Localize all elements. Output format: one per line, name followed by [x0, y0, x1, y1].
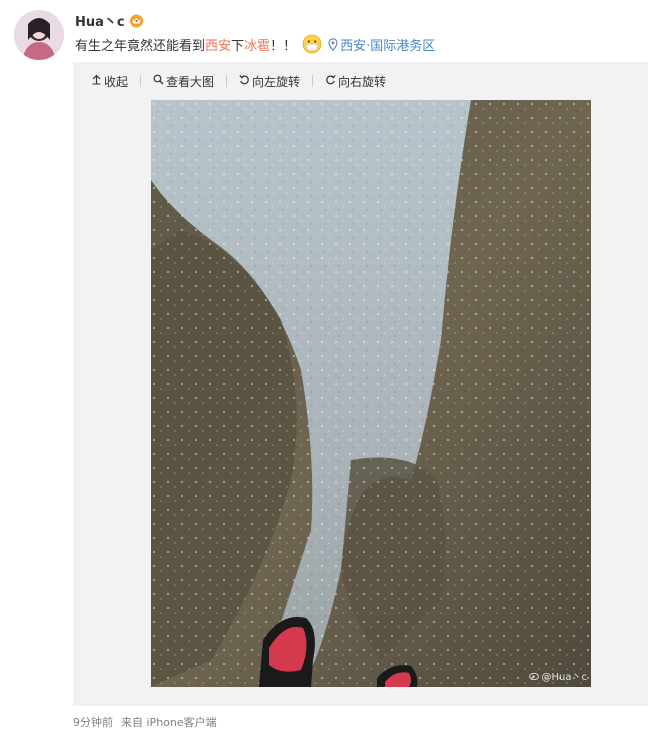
location-link[interactable]: 西安·国际港务区 — [328, 35, 435, 54]
photo-image — [151, 100, 591, 687]
post-text: 有生之年竟然还能看到 西安 下 冰雹 ！！ 西安·国际港务区 — [75, 34, 435, 54]
topic-link-hail[interactable]: 冰雹 — [244, 35, 270, 54]
collapse-icon — [91, 74, 102, 88]
source-prefix: 来自 — [121, 716, 143, 729]
username[interactable]: Hua丶c — [75, 11, 125, 30]
post-footer: 9分钟前 来自 iPhone客户端 — [73, 714, 217, 730]
mask-face-emoji — [302, 34, 322, 54]
rotate-right-label: 向右旋转 — [338, 74, 387, 89]
location-pin-icon — [328, 37, 338, 51]
photo-watermark: @Hua丶c — [528, 668, 587, 683]
rotate-right-button[interactable]: 向右旋转 — [325, 73, 386, 90]
collapse-button[interactable]: 收起 — [91, 73, 128, 90]
watermark-text: @Hua丶c — [541, 672, 587, 683]
source-row: 来自 iPhone客户端 — [121, 714, 217, 730]
post-text-part3: ！！ — [270, 38, 297, 54]
media-panel: 收起 查看大图 向左旋转 向右旋转 @Hua丶c — [73, 62, 648, 706]
collapse-label: 收起 — [104, 74, 129, 89]
rotate-left-icon — [239, 74, 250, 88]
toolbar-divider — [226, 75, 228, 87]
post-time[interactable]: 9分钟前 — [73, 714, 113, 730]
toolbar-divider — [140, 75, 142, 87]
post-photo[interactable]: @Hua丶c — [151, 100, 591, 687]
media-toolbar: 收起 查看大图 向左旋转 向右旋转 — [91, 72, 386, 90]
view-large-button[interactable]: 查看大图 — [153, 73, 214, 90]
weibo-logo-icon — [528, 671, 540, 680]
crown-icon — [129, 13, 144, 28]
topic-link-xian[interactable]: 西安 — [205, 35, 231, 54]
rotate-left-label: 向左旋转 — [252, 74, 301, 89]
toolbar-divider — [312, 75, 314, 87]
post-text-part1: 有生之年竟然还能看到 — [75, 38, 206, 54]
rotate-right-icon — [325, 74, 336, 88]
view-large-label: 查看大图 — [166, 74, 215, 89]
post-text-part2: 下 — [231, 38, 245, 54]
search-icon — [153, 74, 164, 88]
avatar[interactable] — [14, 10, 64, 60]
username-row: Hua丶c — [75, 11, 144, 30]
location-text: 西安·国际港务区 — [340, 38, 436, 54]
source-link[interactable]: iPhone客户端 — [147, 716, 217, 729]
rotate-left-button[interactable]: 向左旋转 — [239, 73, 300, 90]
